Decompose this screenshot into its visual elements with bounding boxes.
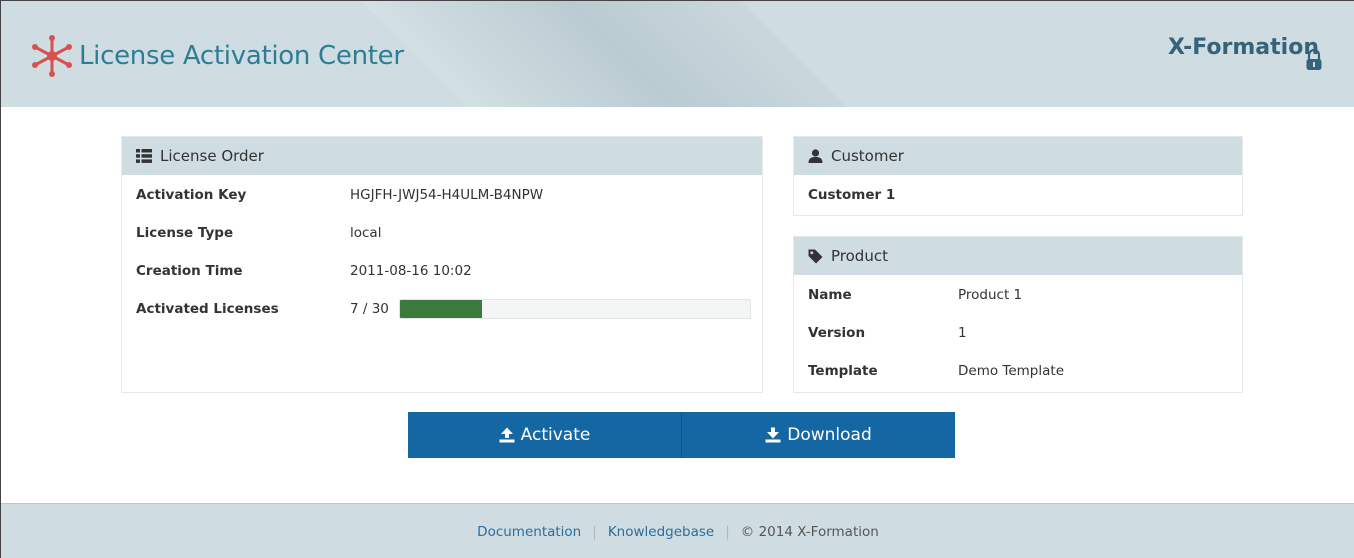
progress-fill — [399, 300, 482, 318]
activated-licenses-label: Activated Licenses — [136, 301, 279, 317]
product-version-label: Version — [808, 325, 866, 341]
customer-header: Customer — [794, 137, 1242, 175]
page-footer: Documentation | Knowledgebase | © 2014 X… — [1, 503, 1354, 558]
license-order-header: License Order — [122, 137, 762, 175]
product-name-row: Name Product 1 — [794, 276, 1242, 314]
header-decoration — [321, 1, 921, 107]
license-order-panel: License Order Activation Key HGJFH-JWJ54… — [122, 137, 762, 392]
download-button[interactable]: Download — [681, 412, 955, 458]
creation-time-label: Creation Time — [136, 263, 243, 279]
vendor-logo-text: X-Formation — [1167, 35, 1319, 60]
product-header: Product — [794, 237, 1242, 275]
download-label: Download — [787, 425, 872, 445]
product-title: Product — [831, 247, 888, 265]
license-type-label: License Type — [136, 225, 234, 241]
lock-icon — [1306, 49, 1322, 70]
knowledgebase-link[interactable]: Knowledgebase — [608, 524, 714, 540]
activated-licenses-value: 7 / 30 — [350, 301, 389, 317]
product-body: Name Product 1 Version 1 Template Demo T… — [794, 275, 1242, 390]
user-icon — [808, 149, 823, 163]
copyright-text: © 2014 X-Formation — [740, 523, 879, 540]
creation-time-row: Creation Time 2011-08-16 10:02 — [122, 252, 762, 290]
documentation-link[interactable]: Documentation — [477, 524, 581, 540]
page-title: License Activation Center — [79, 41, 404, 71]
activate-button[interactable]: Activate — [408, 412, 681, 458]
footer-separator: | — [725, 523, 730, 540]
list-icon — [136, 149, 152, 163]
license-order-body: Activation Key HGJFH-JWJ54-H4ULM-B4NPW L… — [122, 175, 762, 328]
brand[interactable]: License Activation Center — [31, 32, 404, 80]
page-header: License Activation Center X-Formation — [1, 1, 1354, 107]
app-window: License Activation Center X-Formation Li… — [0, 0, 1354, 558]
footer-separator: | — [592, 523, 597, 540]
activation-key-value: HGJFH-JWJ54-H4ULM-B4NPW — [350, 187, 544, 203]
creation-time-value: 2011-08-16 10:02 — [350, 263, 472, 279]
snowflake-star-icon — [32, 35, 72, 77]
tag-icon — [808, 249, 823, 263]
product-version-value: 1 — [958, 325, 967, 341]
product-version-row: Version 1 — [794, 314, 1242, 352]
product-name-label: Name — [808, 287, 852, 303]
activated-licenses-progress — [398, 299, 751, 319]
license-order-title: License Order — [160, 147, 264, 165]
product-template-label: Template — [808, 363, 878, 379]
license-type-value: local — [350, 225, 382, 241]
product-template-row: Template Demo Template — [794, 352, 1242, 390]
activate-label: Activate — [520, 425, 591, 445]
activation-key-row: Activation Key HGJFH-JWJ54-H4ULM-B4NPW — [122, 176, 762, 214]
download-icon — [765, 427, 781, 443]
license-type-row: License Type local — [122, 214, 762, 252]
product-name-value: Product 1 — [958, 287, 1023, 303]
activation-key-label: Activation Key — [136, 187, 247, 203]
customer-panel: Customer Customer 1 — [794, 137, 1242, 215]
activated-licenses-row: Activated Licenses 7 / 30 — [122, 290, 762, 328]
product-panel: Product Name Product 1 Version 1 Templat… — [794, 237, 1242, 392]
action-buttons: Activate Download — [408, 412, 955, 458]
customer-title: Customer — [831, 147, 904, 165]
upload-icon — [499, 427, 515, 443]
customer-name: Customer 1 — [808, 187, 896, 203]
product-template-value: Demo Template — [958, 363, 1065, 379]
customer-name-row: Customer 1 — [794, 175, 1242, 215]
vendor-logo[interactable]: X-Formation — [1167, 35, 1322, 70]
